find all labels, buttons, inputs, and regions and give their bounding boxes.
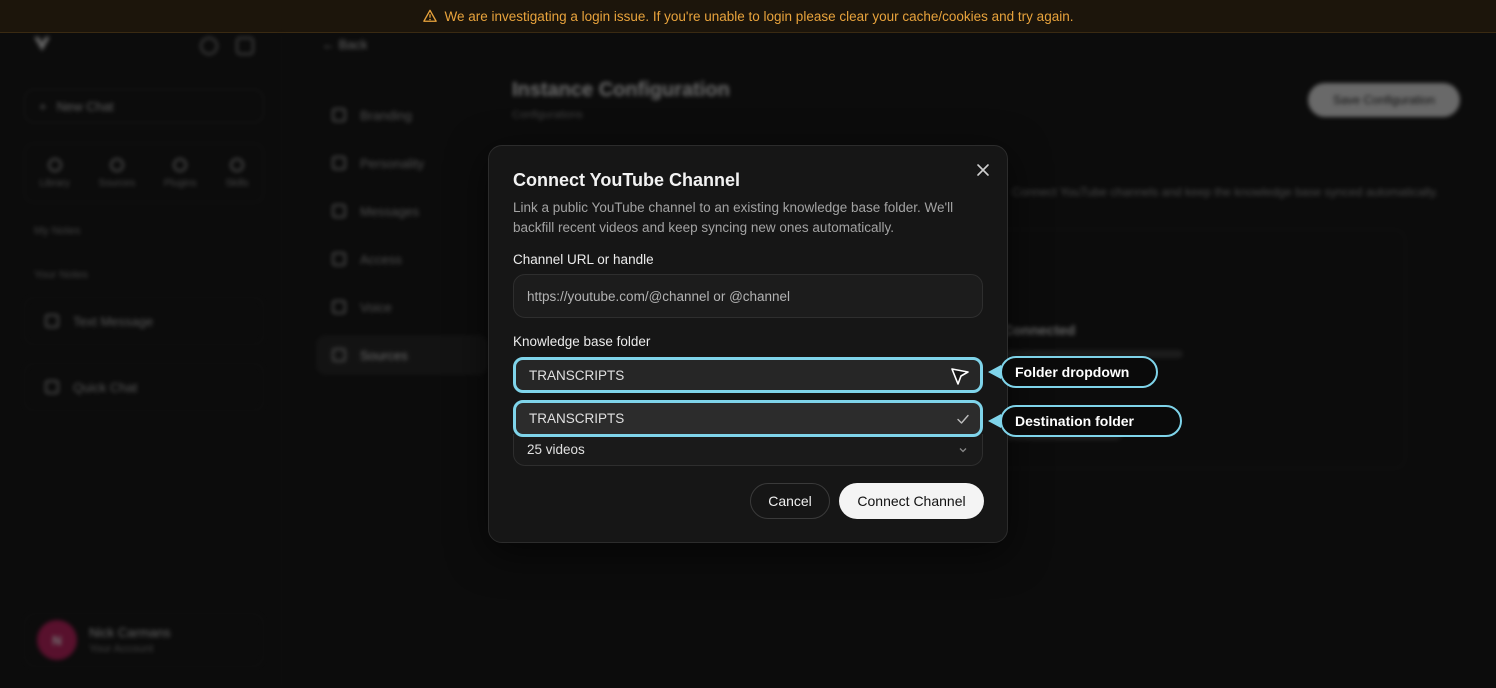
panel-title: Connected	[1003, 322, 1076, 338]
nav-item-personality[interactable]: Personality	[316, 143, 488, 183]
quick-sources[interactable]: Sources	[98, 157, 136, 189]
quick-plugins[interactable]: Plugins	[163, 157, 197, 189]
sidebar-item-label: Text Message	[73, 313, 154, 329]
section-description: Connect YouTube channels and keep the kn…	[1012, 185, 1439, 199]
nav-item-voice[interactable]: Voice	[316, 287, 488, 327]
sources-icon	[332, 348, 346, 362]
chat-icon	[45, 380, 59, 394]
skills-icon	[229, 157, 244, 172]
modal-description: Link a public YouTube channel to an exis…	[513, 200, 954, 235]
check-icon	[957, 414, 969, 424]
sources-icon	[109, 157, 124, 172]
nav-label: Personality	[360, 155, 425, 171]
connect-channel-button[interactable]: Connect Channel	[839, 483, 984, 519]
personality-icon	[332, 156, 346, 170]
connect-youtube-modal: Connect YouTube Channel Link a public Yo…	[488, 145, 1008, 543]
cancel-button[interactable]: Cancel	[750, 483, 830, 519]
page-subtitle: Configurations	[512, 109, 583, 121]
folder-option-transcripts[interactable]: TRANSCRIPTS	[513, 400, 983, 437]
back-link[interactable]: ← Back	[322, 37, 368, 52]
quick-actions: Library Sources Plugins Skills	[24, 143, 264, 203]
page-title: Instance Configuration	[512, 79, 730, 101]
nav-item-sources[interactable]: Sources	[316, 335, 488, 375]
user-name: Nick Carmans	[89, 625, 171, 640]
access-icon	[332, 252, 346, 266]
nav-label: Access	[360, 251, 402, 267]
quick-label: Plugins	[163, 177, 197, 189]
sidebar-item-label: Quick Chat	[73, 379, 138, 395]
callout-folder-dropdown: Folder dropdown	[1000, 356, 1158, 388]
warning-icon	[422, 9, 437, 22]
sidebar-item-quick-chat[interactable]: Quick Chat	[24, 363, 264, 411]
quick-label: Sources	[98, 177, 136, 189]
section-label: My Notes	[34, 225, 81, 237]
mouse-cursor-icon	[951, 368, 969, 385]
quick-library[interactable]: Library	[39, 157, 70, 189]
avatar: N	[37, 620, 77, 660]
logo-icon	[34, 37, 50, 51]
save-configuration-button[interactable]: Save Configuration	[1308, 83, 1460, 117]
nav-label: Voice	[360, 299, 392, 315]
chevron-down-icon	[959, 447, 967, 452]
nav-label: Messages	[360, 203, 420, 219]
new-chat-label: New Chat	[56, 98, 114, 114]
folder-label: Knowledge base folder	[513, 334, 651, 349]
user-card[interactable]: N Nick Carmans Your Account	[24, 613, 264, 667]
sidebar: + New Chat Library Sources Plugins Skills…	[0, 33, 282, 688]
plus-icon: +	[39, 98, 47, 114]
nav-item-messages[interactable]: Messages	[316, 191, 488, 231]
folder-dropdown[interactable]: TRANSCRIPTS	[513, 357, 983, 393]
warning-banner: We are investigating a login issue. If y…	[0, 0, 1496, 33]
back-label: Back	[338, 37, 368, 52]
user-subtitle: Your Account	[89, 643, 154, 655]
library-icon	[47, 157, 62, 172]
banner-text: We are investigating a login issue. If y…	[444, 8, 1074, 24]
quick-label: Skills	[225, 177, 249, 189]
close-icon[interactable]	[975, 162, 991, 178]
quick-label: Library	[39, 177, 70, 189]
callout-destination-folder: Destination folder	[1000, 405, 1182, 437]
section-label-2: Your Notes	[34, 269, 89, 281]
nav-label: Sources	[360, 347, 408, 363]
folder-option-label: TRANSCRIPTS	[529, 411, 625, 426]
voice-icon	[332, 300, 346, 314]
nav-item-branding[interactable]: Branding	[316, 95, 488, 135]
branding-icon	[332, 108, 346, 122]
chat-icon	[45, 314, 59, 328]
new-chat-button[interactable]: + New Chat	[24, 89, 264, 123]
modal-title: Connect YouTube Channel	[513, 170, 741, 190]
nav-item-access[interactable]: Access	[316, 239, 488, 279]
folder-selected-value: TRANSCRIPTS	[529, 367, 625, 383]
sidebar-item-text-message[interactable]: Text Message	[24, 297, 264, 345]
backfill-videos-select[interactable]: 25 videos	[513, 434, 983, 466]
sidebar-toggle-icon[interactable]	[236, 37, 254, 55]
plugins-icon	[173, 157, 188, 172]
search-icon[interactable]	[200, 37, 218, 55]
quick-skills[interactable]: Skills	[225, 157, 249, 189]
nav-label: Branding	[360, 107, 413, 123]
channel-url-input[interactable]	[513, 274, 983, 318]
videos-value: 25 videos	[527, 442, 585, 457]
messages-icon	[332, 204, 346, 218]
channel-label: Channel URL or handle	[513, 252, 654, 267]
